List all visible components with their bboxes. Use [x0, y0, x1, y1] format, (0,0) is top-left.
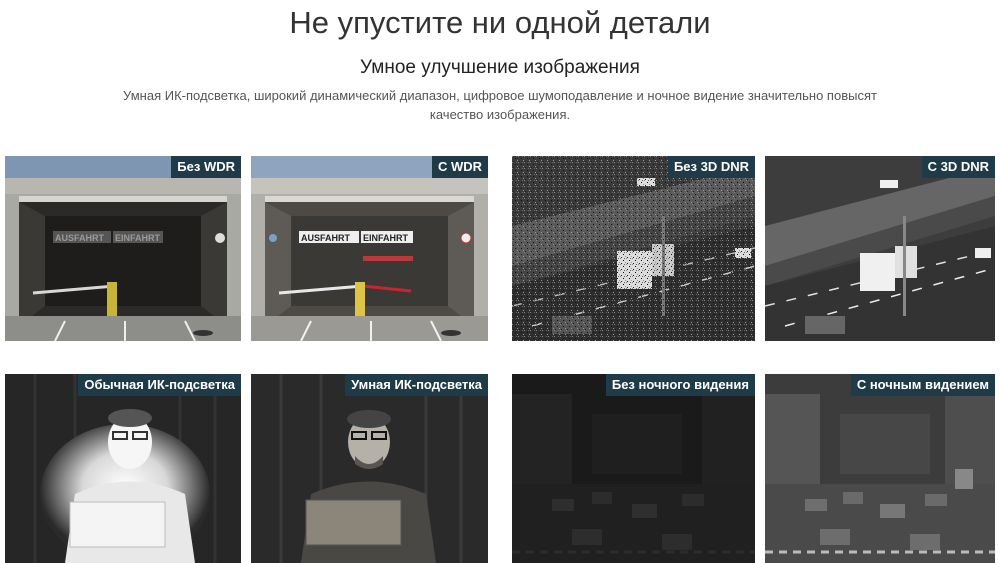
tile-label: Обычная ИК-подсветка [78, 374, 241, 396]
comparison-image-without-wdr: AUSFAHRT EINFAHRT Без WDR [5, 156, 241, 341]
tile-label: Без WDR [171, 156, 241, 178]
sign-ausfahrt: AUSFAHRT [55, 233, 105, 243]
comparison-image-without-night-vision: Без ночного видения [512, 374, 755, 563]
comparison-image-without-3d-dnr: Без 3D DNR [512, 156, 755, 341]
comparison-image-with-3d-dnr: С 3D DNR [765, 156, 995, 341]
tile-label: С WDR [431, 156, 488, 178]
sign-einfahrt: EINFAHRT [115, 233, 161, 243]
comparison-image-with-night-vision: С ночным видением [765, 374, 995, 563]
page-title: Не упустите ни одной детали [289, 5, 711, 40]
comparison-image-with-wdr: AUSFAHRT EINFAHRT С WDR [251, 156, 488, 341]
tile-label: Умная ИК-подсветка [345, 374, 488, 396]
comparison-image-smart-ir: Умная ИК-подсветка [251, 374, 488, 563]
tile-label: С 3D DNR [921, 156, 995, 178]
comparison-image-normal-ir: Обычная ИК-подсветка [5, 374, 241, 563]
tile-label: Без 3D DNR [667, 156, 755, 178]
sign-ausfahrt: AUSFAHRT [301, 233, 351, 243]
tile-label: Без ночного видения [605, 374, 755, 396]
tile-label: С ночным видением [850, 374, 995, 396]
section-subtitle: Умное улучшение изображения [360, 57, 640, 78]
section-description: Умная ИК-подсветка, широкий динамический… [123, 88, 877, 122]
sign-einfahrt: EINFAHRT [363, 233, 409, 243]
